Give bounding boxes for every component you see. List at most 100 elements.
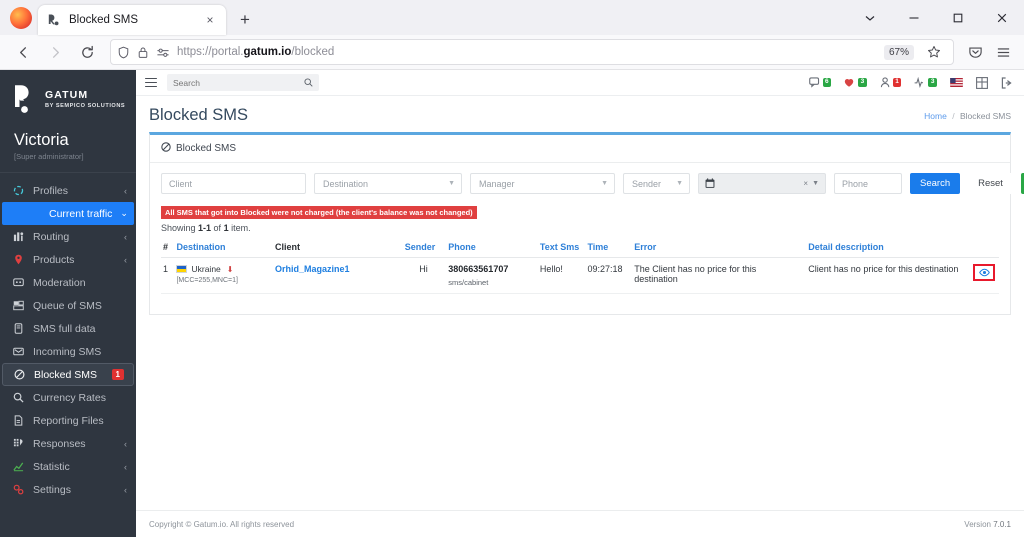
global-search[interactable] [167, 74, 319, 91]
chevron-left-icon: ‹ [124, 439, 127, 449]
sidebar-item-profiles[interactable]: Profiles‹ [0, 179, 136, 202]
language-flag-icon[interactable] [950, 78, 963, 87]
column-header-phone[interactable]: Phone [446, 238, 538, 258]
browser-tab[interactable]: Blocked SMS × [38, 5, 226, 35]
sender-filter-label: Sender [632, 179, 661, 189]
panel-heading: Blocked SMS [150, 135, 1010, 163]
search-button[interactable]: Search [910, 173, 960, 194]
sidebar-item-queue-of-sms[interactable]: Queue of SMS [0, 294, 136, 317]
row-text-sms: Hello! [538, 258, 586, 294]
destination-name: Ukraine [191, 264, 220, 274]
sidebar-item-sms-full-data[interactable]: SMS full data [0, 317, 136, 340]
pocket-icon[interactable] [962, 39, 988, 65]
sidebar-item-currency-rates[interactable]: Currency Rates [0, 386, 136, 409]
search-input[interactable] [173, 78, 304, 88]
view-details-eye-icon[interactable] [979, 268, 990, 277]
page-footer: Copyright © Gatum.io. All rights reserve… [136, 510, 1024, 537]
column-header-destination[interactable]: Destination [174, 238, 273, 258]
zoom-level-indicator[interactable]: 67% [884, 45, 914, 60]
showing-suffix: item. [229, 223, 251, 233]
sidebar-item-settings[interactable]: Settings‹ [0, 478, 136, 501]
sidebar-item-label: Profiles [33, 185, 116, 197]
reload-button-icon[interactable] [72, 38, 102, 66]
manager-filter-select[interactable]: Manager ▼ [470, 173, 615, 194]
minimize-button[interactable] [892, 2, 936, 34]
column-header-sender[interactable]: Sender [403, 238, 447, 258]
back-button-icon[interactable] [8, 38, 38, 66]
address-bar[interactable]: https://portal.gatum.io/blocked 67% [110, 39, 954, 65]
sidebar-item-incoming-sms[interactable]: Incoming SMS [0, 340, 136, 363]
logout-icon[interactable] [1001, 77, 1013, 89]
shield-icon [117, 46, 130, 59]
browser-menu-icon[interactable] [990, 39, 1016, 65]
apps-grid-icon[interactable] [976, 77, 988, 89]
search-icon[interactable] [304, 78, 313, 87]
filter-bar: Client Destination ▼ Manager ▼ Sender ▼ [150, 163, 1010, 202]
chevron-left-icon: ‹ [124, 485, 127, 495]
column-header-text-sms[interactable]: Text Sms [538, 238, 586, 258]
url-domain: gatum.io [243, 46, 291, 58]
sidebar-item-blocked-sms[interactable]: Blocked SMS1 [2, 363, 134, 386]
destination-filter-select[interactable]: Destination ▼ [314, 173, 462, 194]
sender-filter-select[interactable]: Sender ▼ [623, 173, 690, 194]
breadcrumb-current: Blocked SMS [960, 111, 1011, 121]
sidebar-item-label: Products [33, 254, 116, 266]
phone-filter-input[interactable]: Phone [834, 173, 902, 194]
alerts-counter-badge: 3 [858, 78, 867, 87]
column-header-time[interactable]: Time [585, 238, 632, 258]
client-filter-input[interactable]: Client [161, 173, 306, 194]
sidebar-item-products[interactable]: Products ‹ [0, 248, 136, 271]
row-sender: Hi [403, 258, 447, 294]
column-header-detail-description[interactable]: Detail description [806, 238, 969, 258]
panel-heading-label: Blocked SMS [176, 143, 236, 154]
date-range-filter[interactable]: × ▼ [698, 173, 826, 194]
gatum-logo-icon [12, 83, 38, 115]
close-window-button[interactable] [980, 2, 1024, 34]
traffic-counter-icon[interactable]: 3 [914, 77, 937, 88]
client-link[interactable]: Orhid_Magazine1 [275, 264, 350, 274]
phone-source: sms/cabinet [448, 274, 534, 287]
sidebar: GATUM BY SEMPICO SOLUTIONS Victoria [Sup… [0, 70, 136, 537]
tab-list-chevron-icon[interactable] [848, 2, 892, 34]
sidebar-item-reporting-files[interactable]: Reporting Files [0, 409, 136, 432]
alert-container: All SMS that got into Blocked were not c… [150, 202, 1010, 220]
brand-tagline: BY SEMPICO SOLUTIONS [45, 103, 125, 109]
users-counter-icon[interactable]: 1 [880, 77, 902, 88]
sms-counter-icon[interactable]: 6 [809, 77, 832, 88]
sidebar-item-current-traffic[interactable]: Current traffic⌄ [2, 202, 134, 225]
sidebar-toggle-icon[interactable] [145, 78, 157, 87]
manager-filter-label: Manager [479, 179, 515, 189]
maximize-button[interactable] [936, 2, 980, 34]
showing-range: 1-1 [198, 223, 211, 233]
sidebar-item-routing[interactable]: Routing‹ [0, 225, 136, 248]
reset-button[interactable]: Reset [968, 173, 1013, 194]
view-details-highlight [973, 264, 995, 281]
sidebar-item-responses[interactable]: Responses‹ [0, 432, 136, 455]
products-icon [12, 254, 25, 265]
row-actions [969, 258, 999, 294]
tab-strip: Blocked SMS × + [0, 0, 1024, 35]
permissions-icon[interactable] [156, 46, 170, 59]
alerts-counter-icon[interactable]: 3 [844, 77, 867, 88]
table-header: #DestinationClientSenderPhoneText SmsTim… [161, 238, 999, 258]
destination-filter-label: Destination [323, 179, 368, 189]
column-header-client: Client [273, 238, 403, 258]
bookmark-star-icon[interactable] [921, 39, 947, 65]
download-icon[interactable]: ⬇ [227, 265, 234, 274]
table-header-row: #DestinationClientSenderPhoneText SmsTim… [161, 238, 999, 258]
column-header-error[interactable]: Error [632, 238, 806, 258]
sidebar-item-moderation[interactable]: Moderation [0, 271, 136, 294]
row-client: Orhid_Magazine1 [273, 258, 403, 294]
tab-close-icon[interactable]: × [202, 12, 218, 28]
table-row: 1Ukraine⬇[MCC=255,MNC=1]Orhid_Magazine1H… [161, 258, 999, 294]
chevron-left-icon: ‹ [124, 255, 127, 265]
clear-date-icon[interactable]: × [803, 179, 808, 188]
breadcrumb-separator: / [952, 111, 954, 121]
sidebar-item-badge: 1 [112, 369, 124, 381]
breadcrumb-home-link[interactable]: Home [924, 111, 947, 121]
chevron-down-icon[interactable]: ▼ [812, 180, 819, 187]
routing-icon [12, 231, 25, 242]
sidebar-item-label: SMS full data [33, 323, 127, 335]
sidebar-item-statistic[interactable]: Statistic‹ [0, 455, 136, 478]
new-tab-button[interactable]: + [232, 6, 258, 32]
